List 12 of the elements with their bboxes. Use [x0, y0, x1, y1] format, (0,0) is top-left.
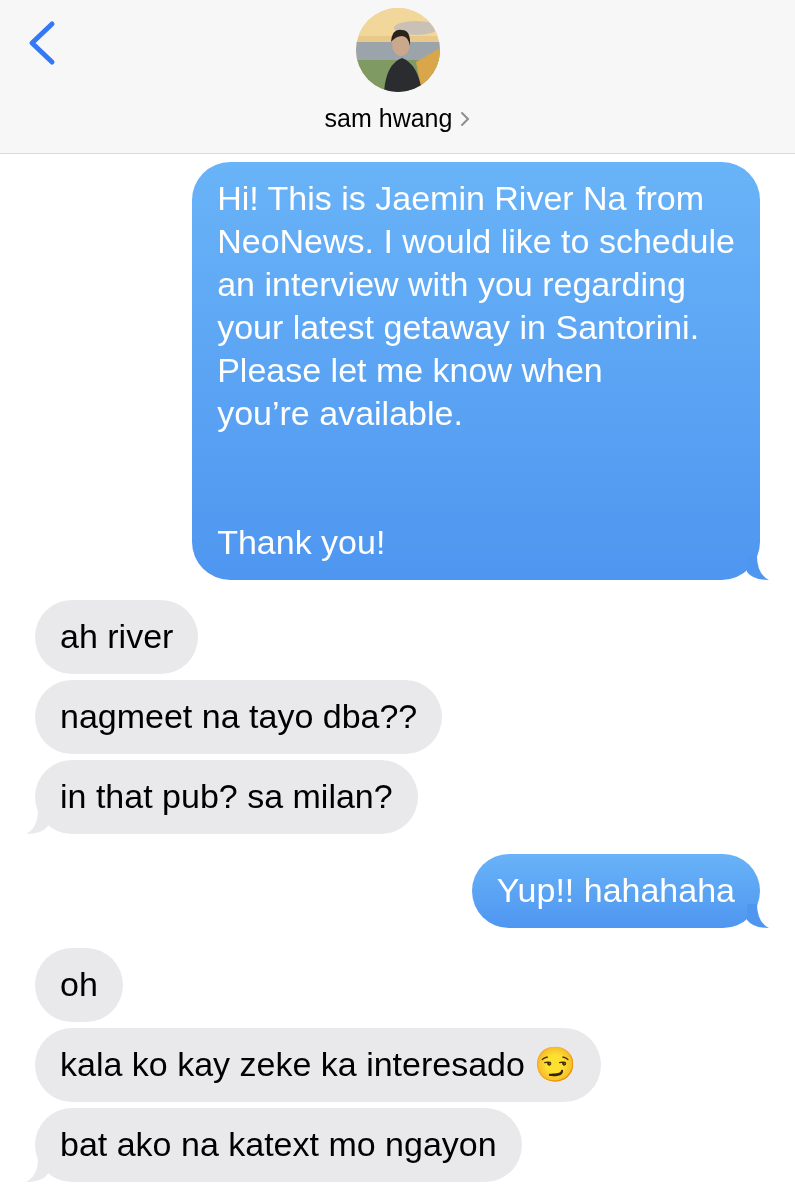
message-bubble: ah river — [35, 600, 199, 674]
bubble-tail — [747, 556, 769, 580]
bubble-tail — [747, 904, 769, 928]
message-bubble: Yup!! hahahaha — [471, 854, 760, 928]
contact-name[interactable]: sam hwang — [324, 104, 453, 133]
message-bubble: in that pub? sa milan? — [35, 760, 418, 834]
message-bubble: Hi! This is Jaemin River Na from NeoNews. I would like to schedule an interview with you regarding your latest getaway in Santorini. Please let me know when you’re available. Thank you! — [192, 162, 760, 580]
message-bubble: bat ako na katext mo ngayon — [35, 1108, 522, 1182]
message-bubble: kala ko kay zeke ka interesado 😏 — [35, 1028, 602, 1102]
message-bubble: nagmeet na tayo dba?? — [35, 680, 443, 754]
message-bubble: oh — [35, 948, 123, 1022]
chevron-right-icon[interactable] — [460, 110, 471, 127]
